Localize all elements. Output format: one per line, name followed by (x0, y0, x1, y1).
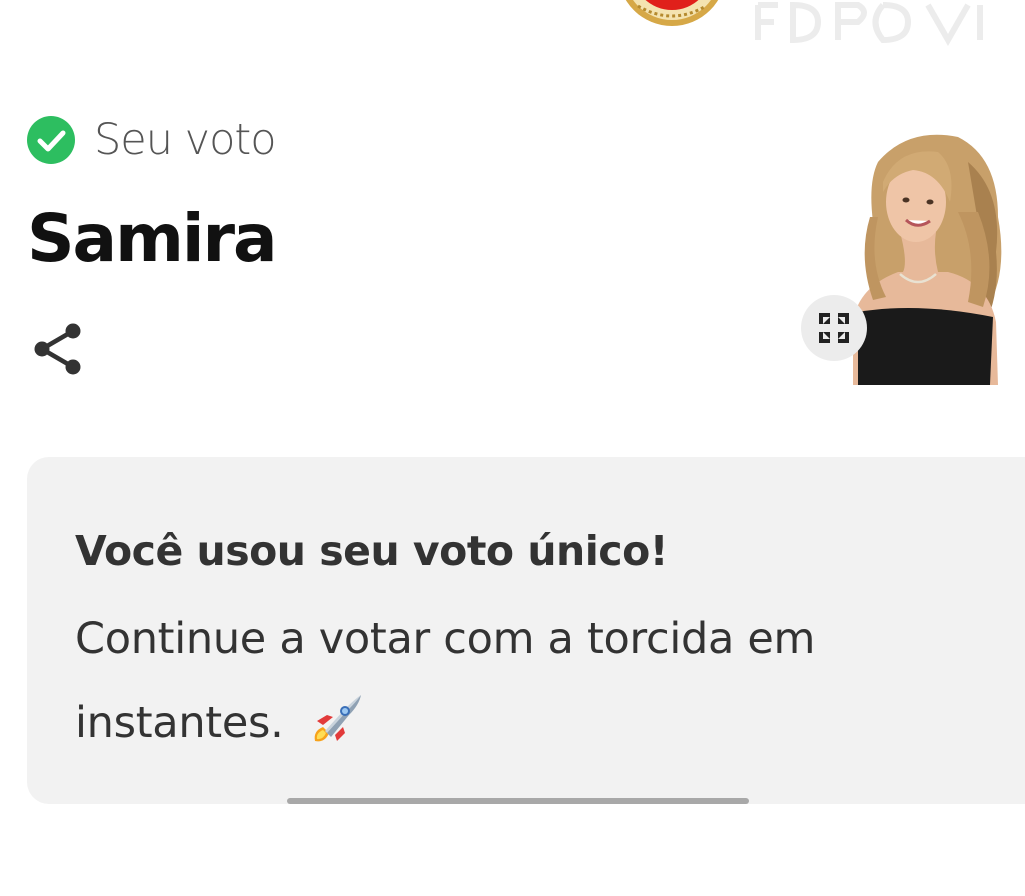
candidate-name: Samira (27, 200, 278, 277)
vote-label: Seu voto (94, 115, 277, 165)
share-icon[interactable] (30, 322, 84, 376)
rocket-icon (314, 694, 361, 741)
faded-brand-watermark (755, 1, 983, 47)
vote-status-row: Seu voto (27, 112, 277, 168)
card-title: Você usou seu voto único! (75, 527, 668, 575)
horizontal-scrollbar[interactable] (287, 798, 749, 804)
card-message-container: Continue a votar com a torcida em instan… (75, 597, 895, 765)
vote-confirmation-page: Seu voto Samira Você usou seu voto único… (0, 0, 1025, 896)
seal-logo-icon (625, 0, 719, 26)
card-message: Continue a votar com a torcida em instan… (75, 614, 816, 748)
expand-arrows-icon (819, 313, 849, 343)
expand-photo-button[interactable] (801, 295, 867, 361)
vote-used-card: Você usou seu voto único! Continue a vot… (27, 457, 1025, 804)
check-circle-icon (27, 116, 75, 164)
candidate-photo (838, 122, 1025, 385)
